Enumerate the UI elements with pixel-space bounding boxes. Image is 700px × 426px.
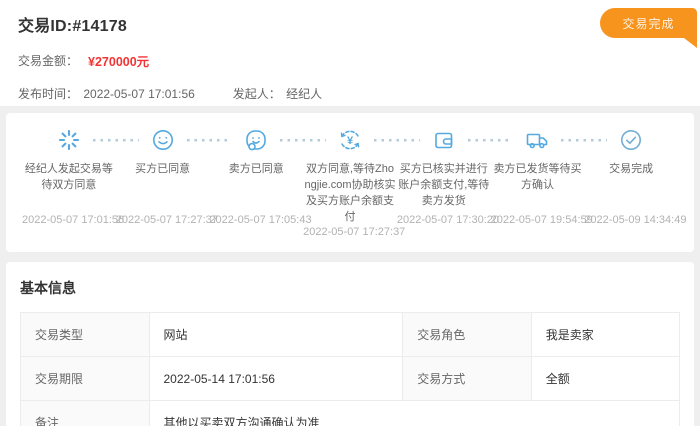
step-label: 经纪人发起交易等待双方同意: [22, 162, 116, 214]
status-badge: 交易完成: [600, 8, 697, 38]
cell-value: 其他以买卖双方沟通确认为准: [149, 401, 680, 426]
cell-label: 交易期限: [21, 357, 150, 401]
timeline-step-3: 卖方已同意 2022-05-07 17:05:43: [209, 127, 303, 238]
timeline-step-4: ¥ 双方同意,等待Zhongjie.com协助核实及买方账户余额支付 2022-…: [303, 127, 397, 238]
step-date: 2022-05-07 17:30:20: [397, 214, 491, 226]
publish-time-value: 2022-05-07 17:01:56: [83, 87, 194, 101]
amount-row: 交易金额： ¥270000元: [18, 51, 682, 70]
cell-label: 交易方式: [403, 357, 532, 401]
timeline-card: 经纪人发起交易等待双方同意 2022-05-07 17:01:56 买方已同意 …: [6, 113, 694, 252]
publish-time-label: 发布时间：: [18, 87, 78, 101]
timeline-step-5: 买方已核实并进行账户余额支付,等待卖方发货 2022-05-07 17:30:2…: [397, 127, 491, 238]
check-circle-icon: [619, 128, 643, 152]
step-date: 2022-05-09 14:34:49: [584, 214, 678, 226]
initiator: 发起人： 经纪人: [233, 85, 322, 102]
step-label: 卖方已发货等待买方确认: [491, 162, 585, 214]
svg-text:¥: ¥: [347, 135, 354, 147]
timeline-step-7: 交易完成 2022-05-09 14:34:49: [584, 127, 678, 238]
step-label: 买方已同意: [116, 162, 210, 214]
step-date: 2022-05-07 17:27:37: [303, 226, 397, 238]
table-row: 交易类型 网站 交易角色 我是卖家: [21, 313, 680, 357]
step-date: 2022-05-07 17:01:56: [22, 214, 116, 226]
amount-label: 交易金额：: [18, 52, 78, 69]
basic-info-table: 交易类型 网站 交易角色 我是卖家 交易期限 2022-05-14 17:01:…: [20, 312, 680, 426]
burst-icon: [57, 128, 81, 152]
section-heading: 基本信息: [20, 278, 680, 298]
cell-label: 备注: [21, 401, 150, 426]
step-date: 2022-05-07 17:05:43: [209, 214, 303, 226]
publish-time: 发布时间： 2022-05-07 17:01:56: [18, 85, 195, 102]
basic-info-card: 基本信息 交易类型 网站 交易角色 我是卖家 交易期限 2022-05-14 1…: [6, 262, 694, 426]
step-label: 交易完成: [584, 162, 678, 214]
table-row: 备注 其他以买卖双方沟通确认为准: [21, 401, 680, 426]
table-row: 交易期限 2022-05-14 17:01:56 交易方式 全额: [21, 357, 680, 401]
step-date: 2022-05-07 19:54:59: [491, 214, 585, 226]
step-label: 买方已核实并进行账户余额支付,等待卖方发货: [397, 162, 491, 214]
timeline-step-1: 经纪人发起交易等待双方同意 2022-05-07 17:01:56: [22, 127, 116, 238]
truck-icon: [525, 128, 549, 152]
trade-header-card: 交易ID:#14178 交易完成 交易金额： ¥270000元 发布时间： 20…: [0, 0, 700, 106]
cell-value: 我是卖家: [531, 313, 679, 357]
step-label: 卖方已同意: [209, 162, 303, 214]
wallet-icon: [432, 128, 456, 152]
page-title: 交易ID:#14178: [18, 12, 682, 36]
smile-hand-icon: [244, 128, 268, 152]
step-date: 2022-05-07 17:27:37: [116, 214, 210, 226]
timeline-steps: 经纪人发起交易等待双方同意 2022-05-07 17:01:56 买方已同意 …: [22, 127, 678, 238]
cell-label: 交易角色: [403, 313, 532, 357]
timeline-step-6: 卖方已发货等待买方确认 2022-05-07 19:54:59: [491, 127, 585, 238]
timeline-step-2: 买方已同意 2022-05-07 17:27:37: [116, 127, 210, 238]
cell-value: 全额: [531, 357, 679, 401]
amount-value: ¥270000元: [88, 51, 149, 70]
cell-label: 交易类型: [21, 313, 150, 357]
step-label: 双方同意,等待Zhongjie.com协助核实及买方账户余额支付: [303, 162, 397, 226]
initiator-label: 发起人：: [233, 87, 281, 101]
cell-value: 2022-05-14 17:01:56: [149, 357, 403, 401]
smile-icon: [151, 128, 175, 152]
yen-exchange-icon: ¥: [338, 128, 362, 152]
cell-value: 网站: [149, 313, 403, 357]
initiator-value: 经纪人: [286, 87, 322, 101]
meta-row: 发布时间： 2022-05-07 17:01:56 发起人： 经纪人: [18, 85, 682, 102]
